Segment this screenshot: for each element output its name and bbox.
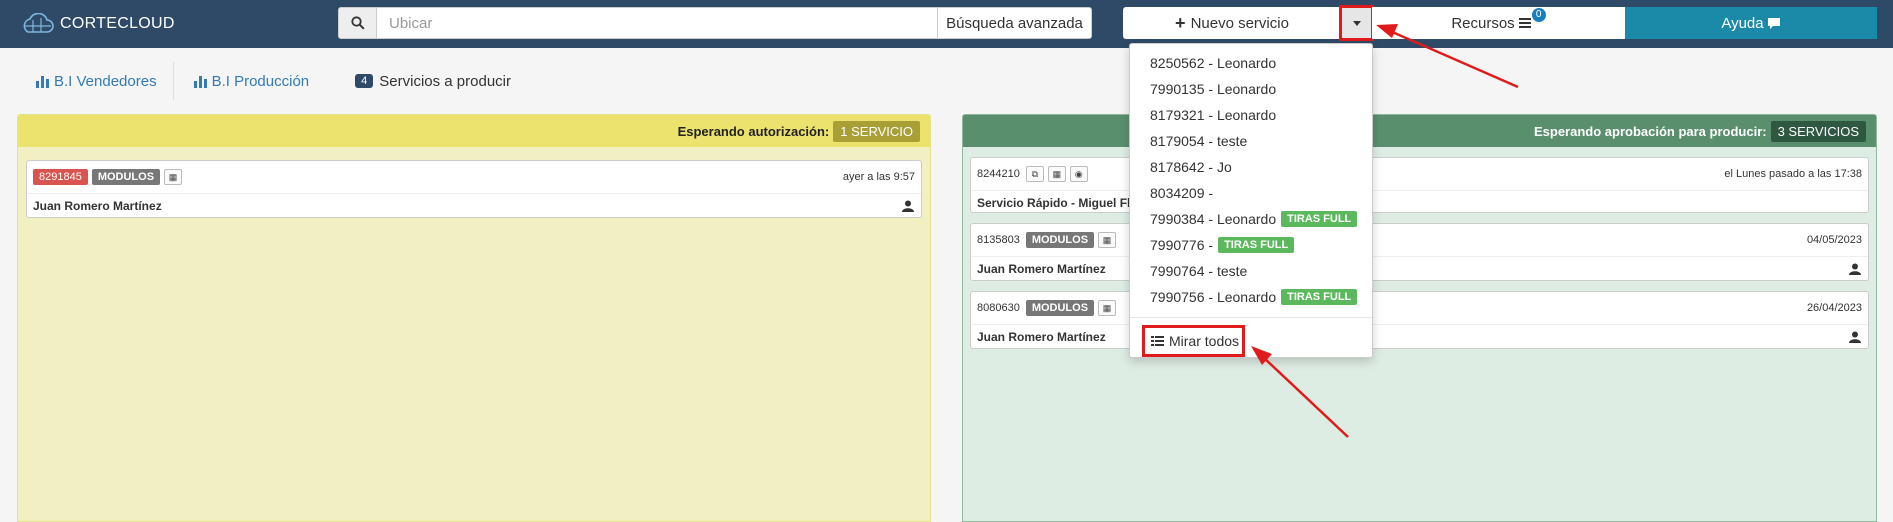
dropdown-item[interactable]: 8034209 -	[1130, 180, 1372, 206]
help-label: Ayuda	[1721, 14, 1764, 32]
list-icon	[1151, 336, 1164, 346]
panel-title: Esperando aprobación para producir:	[1533, 123, 1767, 139]
dropdown-item-text: 7990384 - Leonardo	[1150, 211, 1277, 227]
customer-name: Juan Romero Martínez	[977, 261, 1106, 276]
dropdown-item-text: 8179321 - Leonardo	[1150, 107, 1277, 123]
dropdown-item[interactable]: 8179054 - teste	[1130, 128, 1372, 154]
help-button[interactable]: Ayuda	[1625, 7, 1877, 39]
tab-count-badge: 4	[355, 74, 374, 88]
search-bar: Búsqueda avanzada	[338, 7, 1092, 39]
dropdown-item[interactable]: 8250562 - Leonardo	[1130, 50, 1372, 76]
see-all-link[interactable]: Mirar todos	[1142, 325, 1245, 357]
dropdown-item[interactable]: 8178642 - Jo	[1130, 154, 1372, 180]
tab-servicios-a-producir[interactable]: 4 Servicios a producir	[339, 62, 527, 100]
panel-waiting-authorization: Esperando autorización: 1 SERVICIO 82918…	[17, 114, 931, 522]
tab-label: Servicios a producir	[379, 72, 511, 90]
advanced-search-button[interactable]: Búsqueda avanzada	[937, 8, 1091, 38]
caret-down-icon	[1352, 20, 1361, 26]
dropdown-item-text: 7990776 -	[1150, 237, 1214, 253]
tiras-full-badge: TIRAS FULL	[1281, 289, 1358, 305]
bar-chart-icon	[36, 75, 49, 88]
service-card[interactable]: 8244210 ⧉ ▦ ◉ el Lunes pasado a las 17:3…	[970, 157, 1869, 213]
tab-label: B.I Vendedores	[54, 72, 157, 90]
new-service-dropdown-menu: 8250562 - Leonardo 7990135 - Leonardo 81…	[1129, 43, 1373, 358]
service-time: 26/04/2023	[1806, 302, 1862, 314]
user-icon	[1849, 263, 1861, 275]
new-service-label: Nuevo servicio	[1190, 14, 1289, 32]
bar-chart-icon	[193, 75, 207, 88]
resources-label: Recursos	[1451, 14, 1515, 32]
dropdown-item[interactable]: 8179321 - Leonardo	[1130, 102, 1372, 128]
dropdown-divider	[1130, 317, 1372, 318]
search-button[interactable]	[339, 8, 377, 38]
panel-header: Esperando aprobación para producir: 3 SE…	[963, 115, 1876, 147]
service-time: 04/05/2023	[1806, 234, 1862, 246]
user-icon	[902, 200, 914, 212]
dropdown-item[interactable]: 7990756 - Leonardo TIRAS FULL	[1130, 284, 1372, 310]
service-card[interactable]: 8135803 MODULOS ▦ 04/05/2023 Juan Romero…	[970, 223, 1869, 281]
section-tabs: B.I Vendedores B.I Producción 4 Servicio…	[20, 62, 527, 100]
dropdown-item[interactable]: 7990776 - TIRAS FULL	[1130, 232, 1372, 258]
plus-icon: +	[1175, 12, 1186, 33]
search-icon	[350, 16, 365, 30]
panel-count-badge: 1 SERVICIO	[833, 120, 920, 142]
service-card[interactable]: 8291845 MODULOS ▦ ayer a las 9:57 Juan R…	[26, 160, 922, 218]
dropdown-item-text: 7990756 - Leonardo	[1150, 289, 1277, 305]
dropdown-item-text: 8178642 - Jo	[1150, 159, 1232, 175]
service-time: el Lunes pasado a las 17:38	[1724, 168, 1862, 180]
brand-name: CORTECLOUD	[60, 15, 175, 32]
qr-code-icon[interactable]: ▦	[1098, 232, 1117, 248]
qr-code-icon[interactable]: ▦	[164, 169, 183, 185]
dropdown-item-text: 8034209 -	[1150, 185, 1214, 201]
service-id[interactable]: 8080630	[977, 302, 1020, 314]
dropdown-item[interactable]: 7990764 - teste	[1130, 258, 1372, 284]
service-id-badge[interactable]: 8291845	[33, 169, 88, 185]
new-service-dropdown-toggle[interactable]	[1339, 5, 1374, 41]
dropdown-item-text: 8250562 - Leonardo	[1150, 55, 1277, 71]
user-icon	[1849, 331, 1861, 343]
module-badge: MODULOS	[1025, 232, 1095, 248]
qr-code-icon[interactable]: ▦	[1098, 300, 1117, 316]
customer-name: Juan Romero Martínez	[977, 329, 1106, 344]
dropdown-item[interactable]: 7990384 - Leonardo TIRAS FULL	[1130, 206, 1372, 232]
service-id[interactable]: 8244210	[977, 168, 1020, 180]
service-time: ayer a las 9:57	[842, 171, 915, 183]
tab-bi-produccion[interactable]: B.I Producción	[178, 62, 326, 100]
dropdown-item[interactable]: 7990135 - Leonardo	[1130, 76, 1372, 102]
dropdown-item-text: 8179054 - teste	[1150, 133, 1248, 149]
copy-icon[interactable]: ⧉	[1025, 166, 1044, 182]
dropdown-item-text: 7990135 - Leonardo	[1150, 81, 1277, 97]
panel-waiting-approval: Esperando aprobación para producir: 3 SE…	[962, 114, 1877, 522]
new-service-button[interactable]: + Nuevo servicio	[1123, 7, 1341, 39]
resources-button[interactable]: Recursos 0	[1372, 7, 1625, 39]
tab-label: B.I Producción	[211, 72, 310, 90]
tiras-full-badge: TIRAS FULL	[1218, 237, 1295, 253]
customer-name: Servicio Rápido - Miguel Fl	[977, 195, 1131, 210]
top-navbar: CORTECLOUD Búsqueda avanzada + Nuevo ser…	[0, 0, 1893, 48]
service-id[interactable]: 8135803	[977, 234, 1020, 246]
search-input[interactable]	[377, 8, 937, 38]
comment-icon	[1767, 17, 1780, 29]
resources-count-badge: 0	[1531, 8, 1546, 22]
eye-slash-icon[interactable]: ◉	[1069, 166, 1088, 182]
list-icon	[1518, 18, 1531, 28]
dropdown-item-text: 7990764 - teste	[1150, 263, 1248, 279]
qr-code-icon[interactable]: ▦	[1047, 166, 1066, 182]
see-all-label: Mirar todos	[1169, 333, 1240, 349]
module-badge: MODULOS	[91, 169, 161, 185]
service-card[interactable]: 8080630 MODULOS ▦ 26/04/2023 Juan Romero…	[970, 291, 1869, 349]
tab-bi-vendedores[interactable]: B.I Vendedores	[20, 62, 174, 100]
panel-count-badge: 3 SERVICIOS	[1770, 120, 1866, 142]
tiras-full-badge: TIRAS FULL	[1281, 211, 1358, 227]
panel-header: Esperando autorización: 1 SERVICIO	[18, 115, 930, 147]
cloud-icon	[23, 13, 54, 33]
brand-logo[interactable]: CORTECLOUD	[20, 12, 175, 36]
customer-name: Juan Romero Martínez	[33, 198, 162, 213]
panel-title: Esperando autorización:	[677, 123, 830, 139]
module-badge: MODULOS	[1025, 300, 1095, 316]
